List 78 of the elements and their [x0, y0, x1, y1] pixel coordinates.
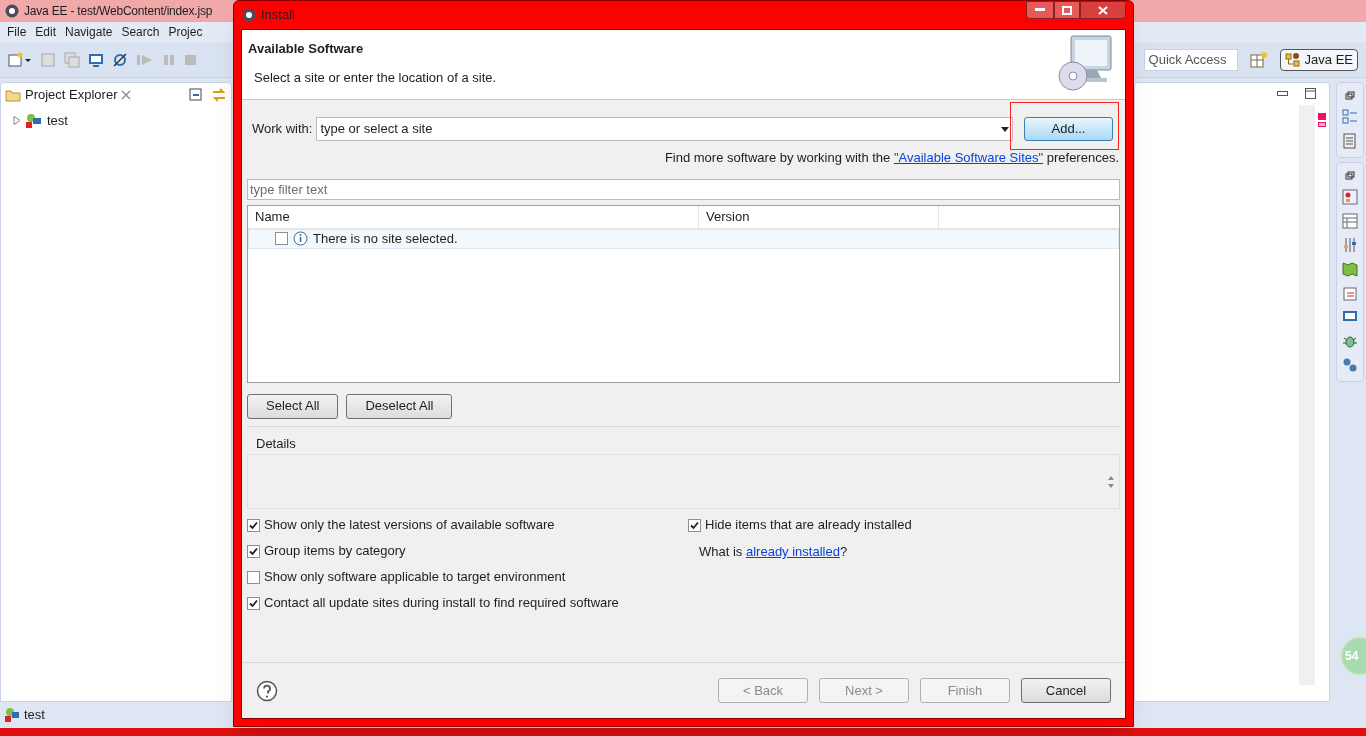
menu-item[interactable]: Edit [32, 23, 60, 41]
column-header[interactable]: Version [699, 205, 939, 228]
app-icon [241, 7, 257, 23]
outline-icon[interactable] [1342, 109, 1358, 125]
info-icon [293, 231, 308, 246]
perspective-button[interactable]: Java EE [1279, 48, 1358, 71]
menu-item[interactable]: Search [118, 23, 163, 41]
checkbox[interactable] [275, 232, 288, 245]
restore-icon[interactable] [1345, 91, 1355, 101]
checkbox[interactable] [247, 518, 260, 532]
minimize-icon [1035, 8, 1045, 12]
dropdown-caret-icon [1001, 126, 1009, 132]
dialog-title: Install [261, 6, 295, 25]
collapse-all-icon[interactable] [189, 88, 203, 102]
column-header[interactable]: Name [248, 205, 699, 228]
tree-item[interactable]: test [47, 111, 68, 131]
option-label: Group items by category [264, 542, 406, 561]
open-perspective-icon[interactable] [1249, 50, 1268, 69]
help-icon[interactable] [256, 679, 278, 702]
checkbox[interactable] [688, 518, 701, 532]
dialog-description: Select a site or enter the location of a site. [254, 68, 497, 87]
close-button[interactable] [1080, 1, 1126, 19]
document-icon[interactable] [1343, 133, 1357, 149]
list-icon[interactable] [1342, 285, 1358, 301]
minimize-icon[interactable] [1277, 91, 1289, 97]
map-icon[interactable] [1342, 261, 1358, 277]
nodes-icon[interactable] [1342, 357, 1358, 373]
view-tab[interactable]: Project Explorer [25, 85, 118, 105]
installed-link[interactable]: already installed [745, 544, 840, 559]
maximize-button[interactable] [1054, 1, 1080, 19]
project-icon [4, 707, 20, 723]
minimize-button[interactable] [1026, 1, 1054, 19]
installed-note: What is already installed? [698, 543, 849, 560]
new-file-icon[interactable] [8, 51, 32, 68]
menu-item[interactable]: File [4, 23, 30, 41]
project-icon [25, 112, 43, 129]
dialog-heading: Available Software [248, 40, 365, 58]
option-label: Hide items that are already installed [705, 516, 912, 535]
menu-item[interactable]: Navigate [62, 23, 116, 41]
maximize-icon[interactable] [1305, 88, 1317, 100]
skip-breakpoints-icon[interactable] [112, 51, 128, 68]
select-button[interactable]: Select All [247, 393, 339, 419]
site-combo[interactable]: type or select a site [316, 117, 1013, 141]
details-label: Details [256, 434, 297, 453]
table-icon[interactable] [1342, 213, 1358, 229]
close-icon [1098, 5, 1108, 15]
wizard-button[interactable]: Cancel [1021, 678, 1111, 703]
error-marker-icon [1318, 113, 1326, 127]
status-text: test [24, 706, 45, 725]
computer-cd-icon [1055, 34, 1115, 94]
option-label: Contact all update sites during install to find required software [264, 594, 619, 613]
window-title: Java EE - test/WebContent/index.jsp [24, 3, 213, 20]
monitor-icon[interactable] [88, 51, 104, 68]
checkbox[interactable] [247, 570, 260, 584]
link-icon[interactable] [211, 88, 227, 102]
close-icon[interactable] [121, 90, 132, 100]
sliders-icon[interactable] [1342, 237, 1358, 253]
quick-access-field[interactable]: Quick Access [1143, 48, 1238, 71]
add-button[interactable]: Add... [1024, 117, 1113, 141]
option-label: Show only software applicable to target environment [264, 568, 566, 587]
bug-icon[interactable] [1342, 333, 1358, 349]
checkbox[interactable] [247, 596, 260, 610]
menu-item[interactable]: Projec [165, 23, 206, 41]
select-button[interactable]: Deselect All [346, 393, 453, 419]
tree-toggle-icon[interactable] [13, 116, 21, 126]
folder-icon [5, 87, 21, 103]
maximize-icon [1062, 5, 1072, 15]
filter-field[interactable]: type filter text [247, 178, 1120, 200]
table-cell-text: There is no site selected. [313, 229, 458, 248]
restore-icon[interactable] [1345, 171, 1355, 181]
option-label: Show only the latest versions of available software [264, 516, 555, 535]
find-more-text: Find more software by working with the "Available Software Sites" preferences. [664, 149, 1119, 167]
checkbox[interactable] [247, 544, 260, 558]
markers-icon[interactable] [1342, 189, 1358, 205]
app-icon [4, 3, 20, 19]
perspective-icon [1284, 51, 1301, 68]
preferences-link[interactable]: "Available Software Sites" [893, 150, 1044, 165]
work-with-label: Work with: [252, 120, 313, 139]
